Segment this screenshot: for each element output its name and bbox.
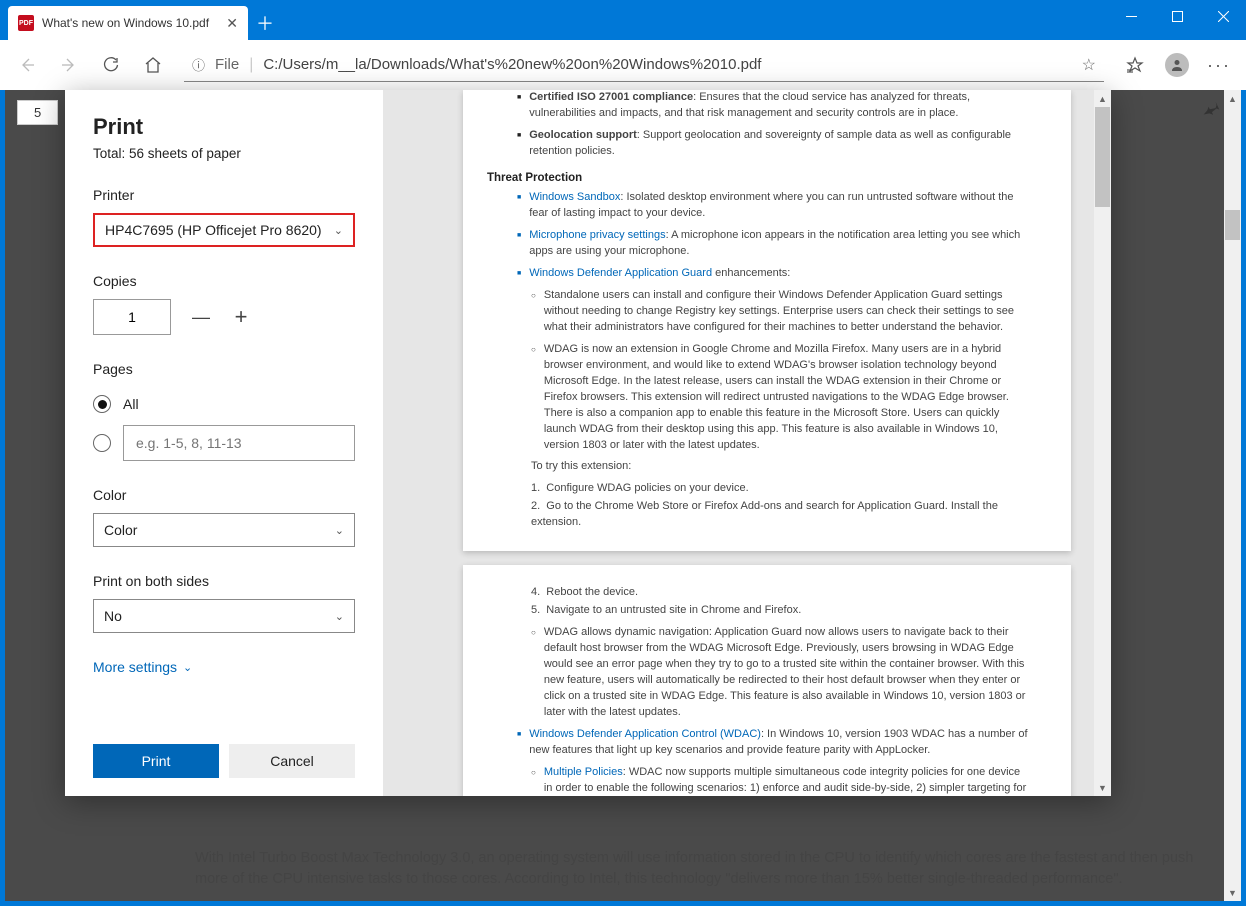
refresh-button[interactable] [92, 46, 130, 84]
scroll-thumb[interactable] [1225, 210, 1240, 240]
browser-tab[interactable]: PDF What's new on Windows 10.pdf ✕ [8, 6, 248, 40]
print-sidebar: Print Total: 56 sheets of paper Printer … [65, 90, 383, 796]
profile-button[interactable] [1158, 46, 1196, 84]
preview-scrollbar[interactable]: ▲ ▼ [1094, 90, 1111, 796]
close-window-button[interactable] [1200, 0, 1246, 32]
pages-all-radio[interactable]: All [93, 395, 355, 413]
print-preview: ▲ ▼ Certified ISO 27001 compliance: Ensu… [383, 90, 1111, 796]
more-settings-label: More settings [93, 659, 177, 675]
printer-label: Printer [93, 187, 355, 203]
copies-label: Copies [93, 273, 355, 289]
pages-range-input[interactable] [123, 425, 355, 461]
both-sides-label: Print on both sides [93, 573, 355, 589]
both-sides-selected-value: No [104, 608, 122, 624]
copies-increment[interactable]: + [231, 307, 251, 327]
scroll-thumb[interactable] [1095, 107, 1110, 207]
printer-select[interactable]: HP4C7695 (HP Officejet Pro 8620) ⌄ [93, 213, 355, 247]
pages-range-radio[interactable] [93, 434, 111, 452]
content-scrollbar[interactable]: ▲ ▼ [1224, 90, 1241, 901]
minimize-button[interactable] [1108, 0, 1154, 32]
print-dialog: Print Total: 56 sheets of paper Printer … [65, 90, 1111, 796]
titlebar: PDF What's new on Windows 10.pdf ✕ ＋ [0, 0, 1246, 40]
printer-selected-value: HP4C7695 (HP Officejet Pro 8620) [105, 222, 322, 238]
forward-button[interactable] [50, 46, 88, 84]
pages-all-label: All [123, 396, 139, 412]
menu-button[interactable]: ··· [1200, 46, 1238, 84]
maximize-button[interactable] [1154, 0, 1200, 32]
print-title: Print [93, 114, 355, 140]
radio-icon [93, 395, 111, 413]
pages-label: Pages [93, 361, 355, 377]
tabs-area: PDF What's new on Windows 10.pdf ✕ ＋ [0, 0, 282, 40]
scroll-up-arrow[interactable]: ▲ [1224, 90, 1241, 107]
print-total: Total: 56 sheets of paper [93, 146, 355, 161]
color-selected-value: Color [104, 522, 137, 538]
favorite-icon[interactable]: ☆ [1082, 55, 1096, 75]
chevron-down-icon: ⌄ [335, 610, 344, 623]
tab-close-button[interactable]: ✕ [226, 15, 238, 32]
preview-page-2: 4. Reboot the device. 5. Navigate to an … [463, 565, 1071, 796]
preview-page-1: Certified ISO 27001 compliance: Ensures … [463, 90, 1071, 551]
scroll-up-arrow[interactable]: ▲ [1094, 90, 1111, 107]
print-button[interactable]: Print [93, 744, 219, 778]
scroll-down-arrow[interactable]: ▼ [1094, 779, 1111, 796]
pin-icon[interactable] [1203, 100, 1221, 123]
addr-url: C:/Users/m__la/Downloads/What's%20new%20… [263, 56, 761, 73]
both-sides-select[interactable]: No ⌄ [93, 599, 355, 633]
chevron-down-icon: ⌄ [334, 224, 343, 237]
pdf-icon: PDF [18, 15, 34, 31]
address-bar[interactable]: ⓘ File | C:/Users/m__la/Downloads/What's… [184, 48, 1104, 82]
copies-row: — + [93, 299, 355, 335]
tab-title: What's new on Windows 10.pdf [42, 16, 218, 30]
copies-input[interactable] [93, 299, 171, 335]
browser-toolbar: ⓘ File | C:/Users/m__la/Downloads/What's… [0, 40, 1246, 90]
more-settings-link[interactable]: More settings ⌄ [93, 659, 355, 675]
new-tab-button[interactable]: ＋ [248, 6, 282, 40]
content-area: 5 ▲ ▼ With Intel Turbo Boost Max Technol… [5, 90, 1241, 901]
print-button-row: Print Cancel [93, 730, 355, 778]
home-button[interactable] [134, 46, 172, 84]
info-icon: ⓘ [192, 55, 205, 74]
favorites-button[interactable] [1116, 46, 1154, 84]
addr-protocol: File [215, 56, 239, 73]
window-controls [1108, 0, 1246, 32]
chevron-down-icon: ⌄ [183, 661, 192, 674]
chevron-down-icon: ⌄ [335, 524, 344, 537]
back-button[interactable] [8, 46, 46, 84]
color-select[interactable]: Color ⌄ [93, 513, 355, 547]
cancel-button[interactable]: Cancel [229, 744, 355, 778]
addr-separator: | [249, 56, 253, 74]
pages-range-row [93, 425, 355, 461]
scroll-down-arrow[interactable]: ▼ [1224, 884, 1241, 901]
color-label: Color [93, 487, 355, 503]
background-document-text: With Intel Turbo Boost Max Technology 3.… [195, 848, 1201, 892]
copies-decrement[interactable]: — [191, 307, 211, 327]
page-counter[interactable]: 5 [17, 100, 58, 125]
